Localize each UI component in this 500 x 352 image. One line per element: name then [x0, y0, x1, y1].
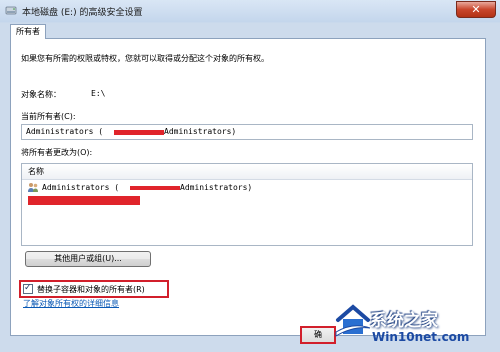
other-users-button[interactable]: 其他用户或组(U)...: [25, 251, 151, 267]
replace-owner-checkbox[interactable]: [23, 283, 33, 294]
house-logo-icon: [335, 304, 371, 337]
security-settings-window: 本地磁盘 (E:) 的高级安全设置 ✕ 所有者 如果您有所需的权限或特权，您就可…: [0, 0, 500, 352]
object-name-value: E:\: [91, 89, 106, 98]
redaction-bar: [28, 196, 140, 205]
window-title: 本地磁盘 (E:) 的高级安全设置: [22, 8, 143, 18]
close-icon: ✕: [471, 3, 481, 16]
current-owner-prefix: Administrators (: [26, 127, 104, 136]
ownership-help-link[interactable]: 了解对象所有权的详细信息: [23, 298, 119, 309]
description-text: 如果您有所需的权限或特权，您就可以取得或分配这个对象的所有权。: [21, 54, 269, 63]
users-group-icon: [28, 183, 38, 192]
change-owner-label: 将所有者更改为(O):: [21, 148, 93, 157]
redaction-mark: [114, 130, 164, 135]
tab-owner[interactable]: 所有者: [10, 24, 46, 39]
watermark-url: Win10net.com: [372, 330, 470, 344]
redaction-mark: [130, 186, 180, 190]
current-owner-suffix: Administrators): [164, 127, 237, 136]
list-item[interactable]: Administrators ( Administrators): [24, 181, 470, 195]
replace-owner-label: 替换子容器和对象的所有者(R): [37, 285, 145, 294]
object-name-label: 对象名称：: [21, 90, 61, 99]
list-header[interactable]: 名称: [22, 164, 472, 180]
current-owner-field: Administrators ( Administrators): [21, 124, 473, 140]
watermark-title: 系统之家: [370, 311, 438, 331]
close-button[interactable]: ✕: [456, 1, 496, 18]
watermark: 系统之家 Win10net.com: [332, 300, 498, 350]
owner-panel: 如果您有所需的权限或特权，您就可以取得或分配这个对象的所有权。 对象名称： E:…: [10, 38, 486, 336]
ok-button[interactable]: 确: [300, 326, 336, 344]
title-bar: 本地磁盘 (E:) 的高级安全设置 ✕: [0, 0, 500, 22]
replace-owner-checkbox-row[interactable]: 替换子容器和对象的所有者(R): [19, 280, 169, 298]
drive-icon: [5, 6, 17, 15]
list-item-name-suffix: Administrators): [180, 183, 253, 192]
column-header-name: 名称: [28, 167, 44, 176]
current-owner-label: 当前所有者(C):: [21, 112, 76, 121]
owner-candidates-list[interactable]: 名称 Administrators ( Administrators): [21, 163, 473, 246]
list-item-name-prefix: Administrators (: [42, 183, 120, 192]
